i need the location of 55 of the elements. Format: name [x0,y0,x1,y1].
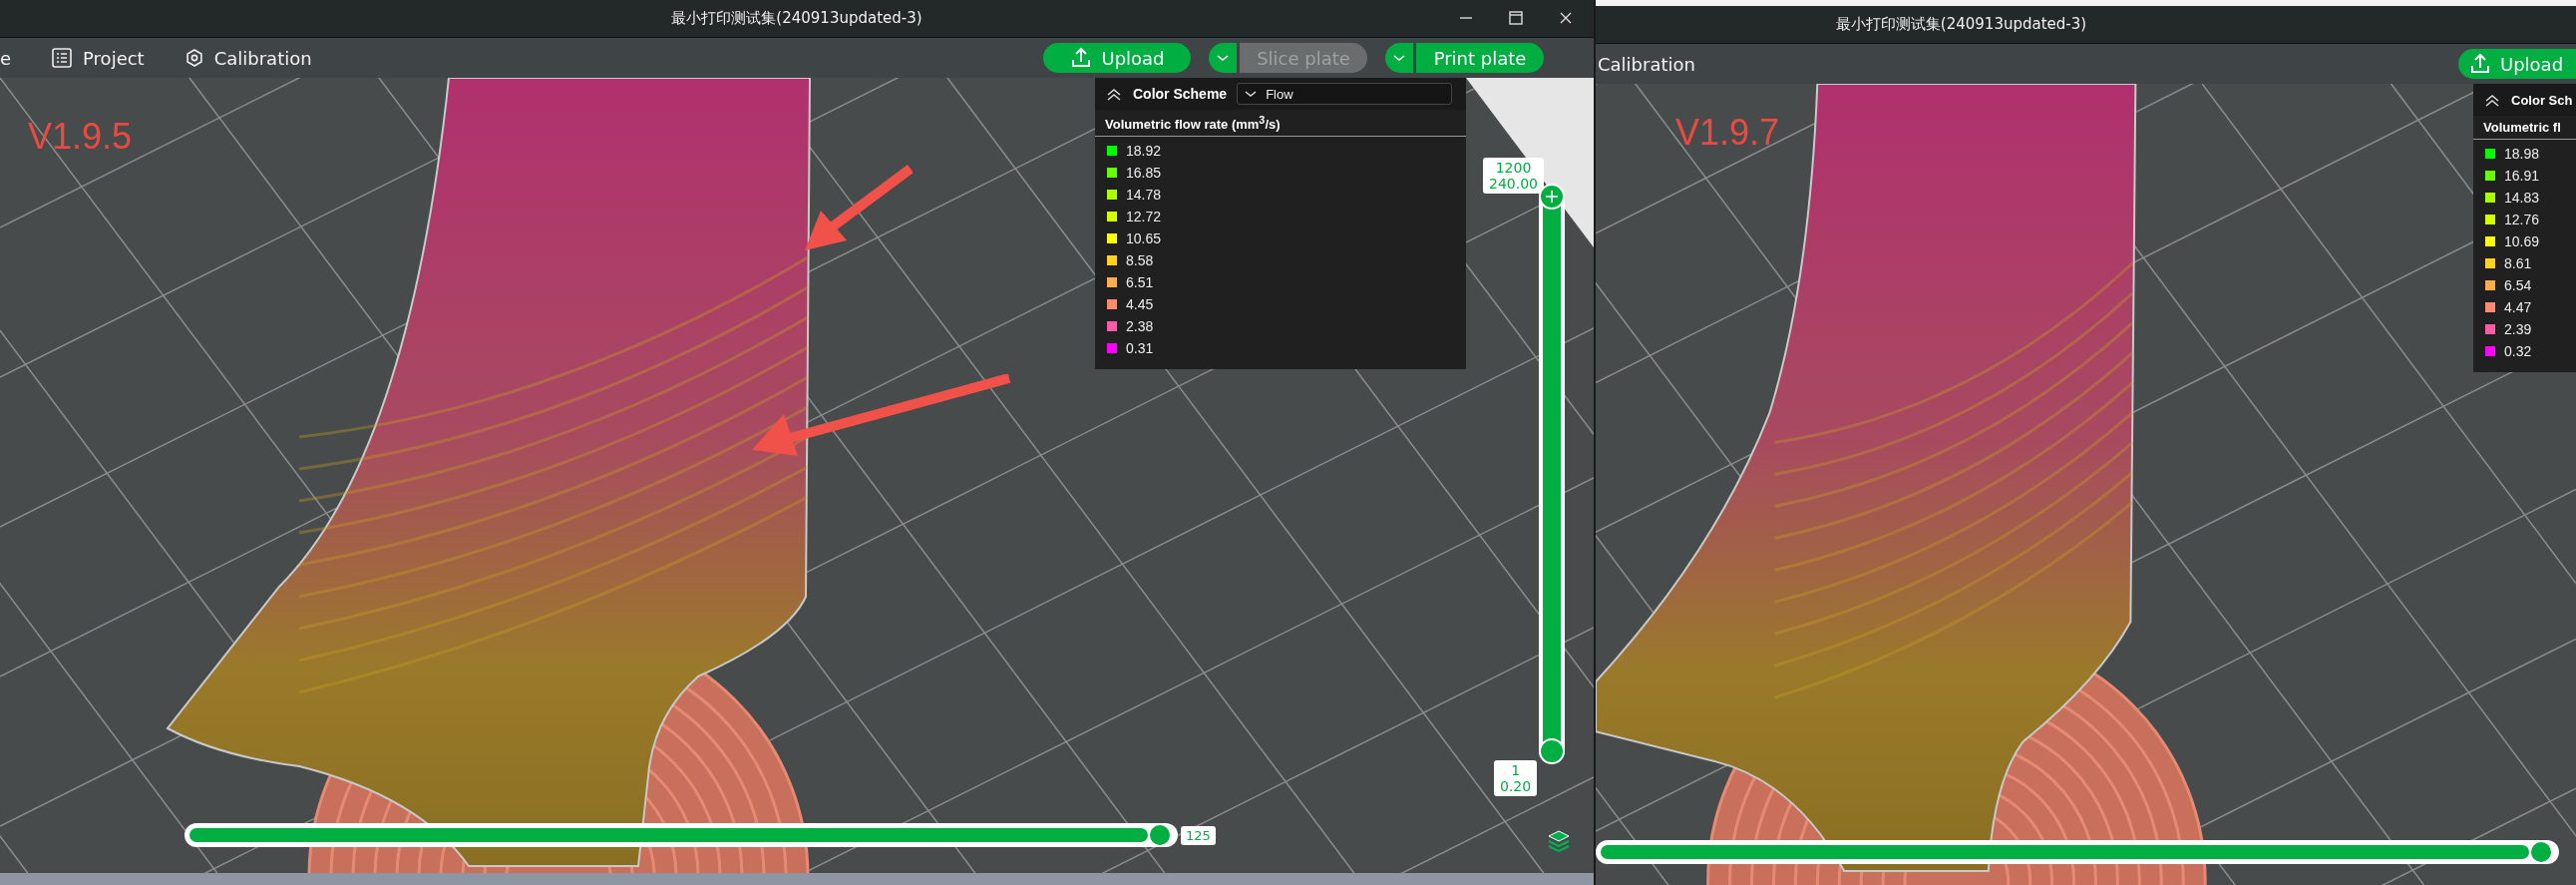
move-slider[interactable] [184,823,1178,847]
slider-handle[interactable] [1539,738,1565,764]
legend-heading: Volumetric fl [2473,116,2576,140]
legend-value: 14.83 [2504,190,2540,206]
legend-value: 18.98 [2504,146,2540,162]
legend-value: 6.51 [1126,274,1154,291]
legend-value: 8.61 [2504,255,2532,271]
lower-layer-label: 1 0.20 [1494,760,1538,796]
legend-value: 16.91 [2504,168,2540,184]
window-title: 最小打印测试集(240913updated-3) [1835,15,2087,34]
version-label: V1.9.5 [28,116,133,158]
menu-item[interactable]: Calibration [213,47,312,69]
legend-value: 2.39 [2504,321,2532,337]
upload-icon [2468,52,2492,76]
menu-item[interactable]: Project [83,47,145,69]
legend-value: 10.65 [1126,230,1162,247]
legend-value: 12.76 [2504,212,2540,227]
dropdown-toggle[interactable] [1385,43,1413,73]
legend-value: 10.69 [2504,233,2540,249]
legend-value: 0.31 [1126,340,1154,357]
collapse-icon[interactable] [1105,86,1123,102]
legend-value: 0.32 [2504,343,2532,359]
legend-value: 16.85 [1126,165,1162,182]
move-slider[interactable] [1596,840,2559,864]
list-icon[interactable] [51,47,74,69]
move-value-label: 125 [1181,826,1216,845]
version-label: V1.9.7 [1675,112,1780,154]
chevron-down-icon [1244,90,1259,98]
layers-icon[interactable] [1546,828,1572,854]
upper-layer-label: 1200 240.00 [1483,158,1544,194]
menu-item[interactable]: e [0,47,12,69]
legend-heading: Volumetric flow rate (mm$^{3}$/s) [1095,110,1466,138]
menu-item[interactable]: Calibration [1598,53,1695,75]
maximize-icon[interactable] [1508,10,1524,26]
legend-value: 18.92 [1126,143,1162,160]
legend-value: 6.54 [2504,277,2532,293]
slider-handle[interactable] [1148,823,1172,847]
gear-icon[interactable] [184,48,204,68]
color-scheme-label: Color Scheme [1133,86,1228,102]
legend-value: 8.58 [1126,252,1154,269]
legend-value: 12.72 [1126,209,1162,225]
legend-value: 14.78 [1126,187,1162,204]
chevron-down-icon [1216,53,1230,63]
close-icon[interactable] [1558,10,1574,26]
legend-value: 2.38 [1126,318,1154,335]
slider-handle[interactable] [1539,184,1565,210]
legend-value: 4.47 [2504,299,2532,315]
collapse-icon[interactable] [2483,92,2501,108]
color-scheme-dropdown[interactable]: Flow [1237,83,1453,105]
slider-handle[interactable] [2529,840,2553,864]
window-title: 最小打印测试集(240913updated-3) [671,9,922,28]
legend-value: 4.45 [1126,296,1154,313]
chevron-down-icon [1392,53,1406,63]
dropdown-toggle[interactable] [1209,43,1237,73]
color-scheme-label: Color Sch [2511,92,2573,108]
